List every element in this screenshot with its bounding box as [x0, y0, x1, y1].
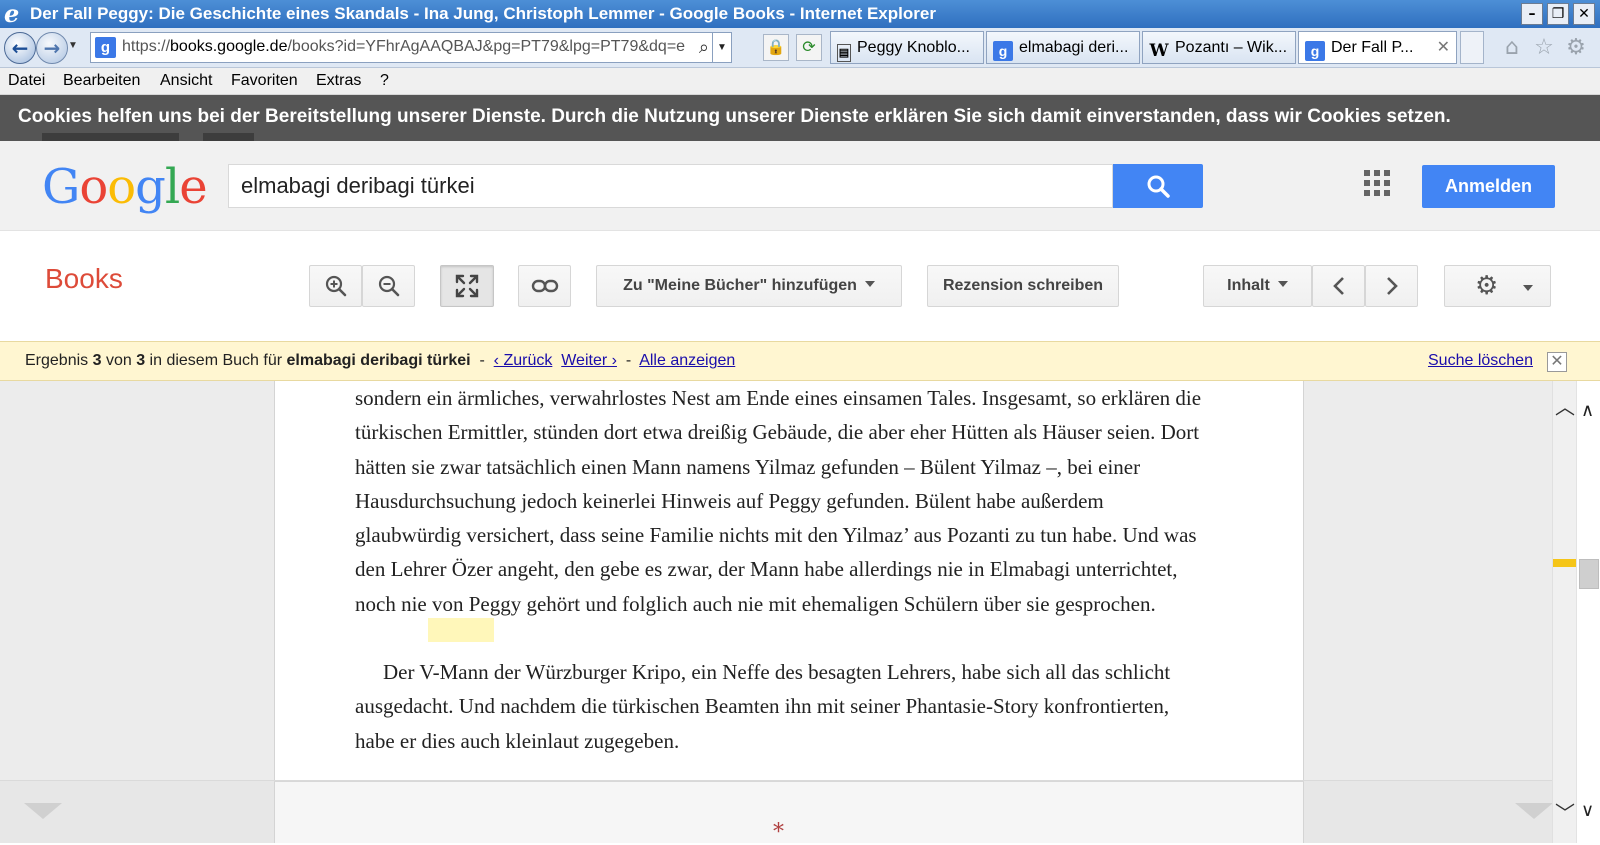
google-logo[interactable]: Google — [42, 159, 208, 215]
chevron-down-icon — [1277, 281, 1288, 287]
refresh-icon[interactable]: ⟳ — [796, 34, 822, 61]
clear-search-link[interactable]: Suche löschen — [1428, 342, 1533, 380]
search-highlight — [428, 618, 494, 642]
chevron-down-icon — [864, 281, 875, 287]
google-favicon-icon: g — [95, 37, 116, 58]
google-icon: g — [1305, 41, 1325, 61]
tab-der-fall-peggy[interactable]: g Der Fall P... ✕ — [1298, 31, 1457, 64]
window-title-bar: e Der Fall Peggy: Die Geschichte eines S… — [0, 0, 1600, 28]
chevron-up-icon[interactable]: ∧ — [1581, 401, 1594, 421]
chevron-right-icon — [1386, 277, 1398, 295]
minimize-button[interactable]: – — [1521, 3, 1543, 25]
book-paragraph: Der V-Mann der Würzburger Kripo, ein Nef… — [355, 660, 1171, 753]
arrow-right-icon: → — [43, 36, 61, 60]
fullscreen-icon — [455, 274, 479, 298]
document-icon: ▤ — [837, 44, 851, 62]
menu-ansicht[interactable]: Ansicht — [160, 68, 212, 94]
book-viewer: sondern ein ärmliches, verwahrlostes Nes… — [0, 381, 1600, 845]
chevron-down-icon[interactable]: ﹀ — [1553, 801, 1577, 825]
book-page: sondern ein ärmliches, verwahrlostes Nes… — [274, 381, 1304, 780]
chevron-down-icon — [1523, 285, 1533, 291]
wikipedia-icon: W — [1149, 41, 1169, 61]
favorites-star-icon[interactable]: ☆ — [1530, 34, 1558, 62]
add-to-library-button[interactable]: Zu "Meine Bücher" hinzufügen — [596, 265, 902, 307]
menu-bearbeiten[interactable]: Bearbeiten — [63, 68, 140, 94]
books-toolbar: Books Zu "Meine Bücher" hinzufügen Rezen… — [0, 231, 1600, 341]
new-tab-button[interactable] — [1460, 31, 1484, 64]
next-result-link[interactable]: Weiter › — [561, 352, 617, 369]
google-header: Google elmabagi deribagi türkei Anmelden — [0, 141, 1600, 231]
cookie-button-stub[interactable] — [203, 133, 254, 141]
zoom-out-icon — [378, 275, 399, 297]
page-scrollbar[interactable]: ︿ ﹀ — [1552, 381, 1577, 843]
cookie-button-stub[interactable] — [42, 133, 179, 141]
zoom-out-button[interactable] — [362, 265, 415, 307]
tools-gear-icon[interactable]: ⚙ — [1562, 34, 1590, 62]
address-bar[interactable]: g https://books.google.de/books?id=YFhrA… — [90, 32, 732, 63]
next-page-mark: * — [773, 820, 784, 845]
search-input[interactable]: elmabagi deribagi türkei — [228, 164, 1113, 208]
book-paragraph: sondern ein ärmliches, verwahrlostes Nes… — [355, 386, 1202, 616]
window-title: Der Fall Peggy: Die Geschichte eines Ska… — [30, 4, 936, 23]
restore-button[interactable]: ❐ — [1547, 3, 1569, 25]
scroll-down-arrow-icon[interactable] — [1515, 803, 1553, 819]
gear-icon: ⚙ — [1475, 271, 1499, 301]
address-search-icon[interactable]: ⌕ — [699, 36, 709, 60]
scroll-down-arrow-icon[interactable] — [24, 803, 62, 819]
books-brand[interactable]: Books — [45, 263, 123, 295]
tab-close-icon[interactable]: ✕ — [1437, 32, 1450, 63]
fullscreen-button[interactable] — [440, 265, 494, 307]
zoom-in-button[interactable] — [309, 265, 362, 307]
search-button[interactable] — [1113, 164, 1203, 208]
search-hit-marker — [1553, 559, 1577, 567]
close-icon[interactable]: ✕ — [1547, 352, 1567, 372]
settings-button[interactable]: ⚙ — [1444, 265, 1551, 307]
link-button[interactable] — [518, 265, 571, 307]
apps-grid-icon[interactable] — [1364, 170, 1392, 198]
internet-explorer-icon: e — [4, 0, 20, 28]
next-book-page: * — [274, 781, 1304, 845]
arrow-left-icon: ← — [11, 36, 29, 60]
scrollbar-thumb[interactable] — [1579, 559, 1599, 589]
home-icon[interactable]: ⌂ — [1498, 34, 1526, 62]
sign-in-button[interactable]: Anmelden — [1422, 165, 1555, 208]
tab-pozanti[interactable]: W Pozantı – Wik... — [1142, 31, 1296, 64]
chevron-up-icon[interactable]: ︿ — [1553, 395, 1577, 419]
window-scrollbar[interactable]: ∧ ∨ — [1576, 381, 1600, 843]
cookie-banner-text: Cookies helfen uns bei der Bereitstellun… — [18, 106, 1451, 127]
address-dropdown-icon[interactable]: ▼ — [712, 33, 731, 62]
search-icon — [1147, 175, 1170, 198]
menu-bar: Datei Bearbeiten Ansicht Favoriten Extra… — [0, 68, 1600, 95]
back-button[interactable]: ← — [4, 32, 36, 64]
cookie-banner: Cookies helfen uns bei der Bereitstellun… — [0, 95, 1600, 141]
chevron-down-icon[interactable]: ∨ — [1581, 801, 1594, 821]
url-text[interactable]: https://books.google.de/books?id=YFhrAgA… — [122, 38, 712, 56]
menu-extras[interactable]: Extras — [316, 68, 361, 94]
zoom-in-icon — [325, 275, 346, 297]
link-icon — [531, 279, 558, 293]
search-result-bar: Ergebnis 3 von 3 in diesem Buch für elma… — [0, 341, 1600, 381]
menu-favoriten[interactable]: Favoriten — [231, 68, 298, 94]
previous-page-button[interactable] — [1312, 265, 1365, 307]
write-review-button[interactable]: Rezension schreiben — [927, 265, 1119, 307]
forward-button[interactable]: → — [36, 32, 68, 64]
security-lock-icon[interactable]: 🔒 — [763, 34, 789, 61]
navigation-row: ← → ▼ g https://books.google.de/books?id… — [0, 28, 1600, 68]
contents-button[interactable]: Inhalt — [1203, 265, 1312, 307]
result-summary: Ergebnis 3 von 3 in diesem Buch für elma… — [25, 352, 736, 369]
next-page-button[interactable] — [1365, 265, 1418, 307]
menu-help[interactable]: ? — [380, 68, 389, 94]
show-all-link[interactable]: Alle anzeigen — [639, 352, 735, 369]
tab-peggy[interactable]: ▤ Peggy Knoblo... — [830, 31, 984, 64]
tab-elmabagi[interactable]: g elmabagi deri... — [986, 31, 1140, 64]
chevron-left-icon — [1332, 277, 1344, 295]
previous-result-link[interactable]: ‹ Zurück — [494, 352, 553, 369]
close-window-button[interactable]: ✕ — [1573, 3, 1595, 25]
google-icon: g — [993, 41, 1013, 61]
history-dropdown-icon[interactable]: ▼ — [68, 40, 78, 51]
menu-datei[interactable]: Datei — [8, 68, 45, 94]
